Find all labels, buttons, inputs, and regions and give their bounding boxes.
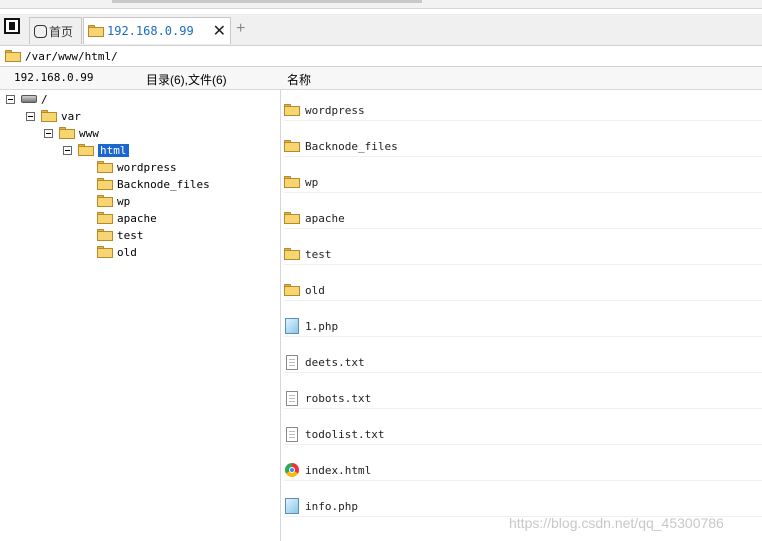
column-header-name[interactable]: 名称 [287, 71, 311, 88]
folder-icon [59, 127, 75, 139]
file-name: 1.php [305, 319, 339, 333]
host-label: 192.168.0.99 [14, 71, 94, 84]
tree-node-www[interactable]: www [44, 125, 99, 141]
watermark: https://blog.csdn.net/qq_45300786 [509, 515, 724, 531]
folder-icon [284, 212, 300, 224]
collapse-toggle[interactable] [44, 128, 53, 138]
file-row[interactable]: robots.txt [284, 388, 762, 409]
tree-node-label: apache [117, 211, 157, 225]
file-name: old [305, 283, 325, 297]
tab-host[interactable]: 192.168.0.99 ✕ [83, 17, 231, 44]
tab-bar: 首页 192.168.0.99 ✕ + [0, 14, 762, 46]
tree-node-label-selected: html [98, 143, 129, 157]
collapse-toggle[interactable] [26, 111, 35, 121]
add-tab-button[interactable]: + [236, 20, 245, 38]
tree-node-label: / [41, 92, 48, 106]
folder-icon [97, 212, 113, 224]
tree-node-child[interactable]: wordpress [97, 159, 177, 175]
text-file-icon [286, 390, 298, 406]
file-row[interactable]: test [284, 244, 762, 265]
file-name: test [305, 247, 332, 261]
tree-node-child[interactable]: old [97, 244, 137, 260]
path-bar[interactable]: /var/www/html/ [0, 46, 762, 67]
folder-icon [284, 284, 300, 296]
file-row[interactable]: apache [284, 208, 762, 229]
file-name: info.php [305, 499, 358, 513]
folder-icon [97, 161, 113, 173]
close-tab-icon[interactable]: ✕ [213, 21, 226, 41]
tree-node-child[interactable]: apache [97, 210, 157, 226]
file-row[interactable]: Backnode_files [284, 136, 762, 157]
folder-icon [41, 110, 57, 122]
file-row[interactable]: index.html [284, 460, 762, 481]
panel-header: 192.168.0.99 目录(6),文件(6) 名称 [0, 67, 762, 90]
file-row[interactable]: old [284, 280, 762, 301]
tree-node-var[interactable]: var [26, 108, 81, 124]
tree-node-label: www [79, 126, 99, 140]
folder-icon [97, 246, 113, 258]
home-icon [34, 24, 47, 38]
collapse-toggle[interactable] [63, 145, 72, 155]
file-name: robots.txt [305, 391, 372, 405]
chrome-icon [285, 463, 299, 477]
directory-tree: / var www html wordpress Backnode_files … [0, 90, 281, 541]
tab-home-label: 首页 [49, 24, 74, 39]
folder-icon [284, 104, 300, 116]
app-logo-icon[interactable] [4, 18, 20, 34]
file-name: apache [305, 211, 345, 225]
folder-icon [284, 140, 300, 152]
folder-icon [97, 178, 113, 190]
current-path[interactable]: /var/www/html/ [25, 50, 118, 63]
folder-icon [97, 195, 113, 207]
drive-icon [21, 95, 37, 103]
php-file-icon [285, 318, 299, 334]
top-strip-stub [112, 0, 422, 3]
file-name: wp [305, 175, 319, 189]
tree-node-label: wp [117, 194, 131, 208]
folder-icon [5, 50, 21, 62]
tree-node-label: wordpress [117, 160, 177, 174]
tree-node-child[interactable]: wp [97, 193, 130, 209]
tree-node-label: test [117, 228, 144, 242]
window-top-strip [0, 0, 762, 9]
file-row[interactable]: 1.php [284, 316, 762, 337]
collapse-toggle[interactable] [6, 94, 15, 104]
tree-node-root[interactable]: / [6, 91, 48, 107]
file-name: Backnode_files [305, 139, 398, 153]
tree-node-label: Backnode_files [117, 177, 210, 191]
tree-node-label: var [61, 109, 81, 123]
file-name: wordpress [305, 103, 365, 117]
file-row[interactable]: deets.txt [284, 352, 762, 373]
tab-host-label: 192.168.0.99 [107, 24, 194, 38]
file-row[interactable]: info.php [284, 496, 762, 517]
php-file-icon [285, 498, 299, 514]
file-name: todolist.txt [305, 427, 385, 441]
tree-node-child[interactable]: test [97, 227, 144, 243]
tree-node-label: old [117, 245, 137, 259]
file-row[interactable]: wordpress [284, 100, 762, 121]
text-file-icon [286, 426, 298, 442]
folder-icon [284, 176, 300, 188]
folder-open-icon [78, 144, 94, 156]
text-file-icon [286, 354, 298, 370]
file-row[interactable]: wp [284, 172, 762, 193]
folder-icon [88, 25, 104, 37]
dir-file-summary: 目录(6),文件(6) [146, 73, 227, 87]
folder-icon [284, 248, 300, 260]
tab-home[interactable]: 首页 [29, 17, 82, 44]
tree-node-html[interactable]: html [63, 142, 129, 158]
tree-node-child[interactable]: Backnode_files [97, 176, 210, 192]
folder-icon [97, 229, 113, 241]
file-name: index.html [305, 463, 372, 477]
file-list: wordpress Backnode_files wp apache test … [281, 90, 762, 541]
file-name: deets.txt [305, 355, 365, 369]
file-row[interactable]: todolist.txt [284, 424, 762, 445]
